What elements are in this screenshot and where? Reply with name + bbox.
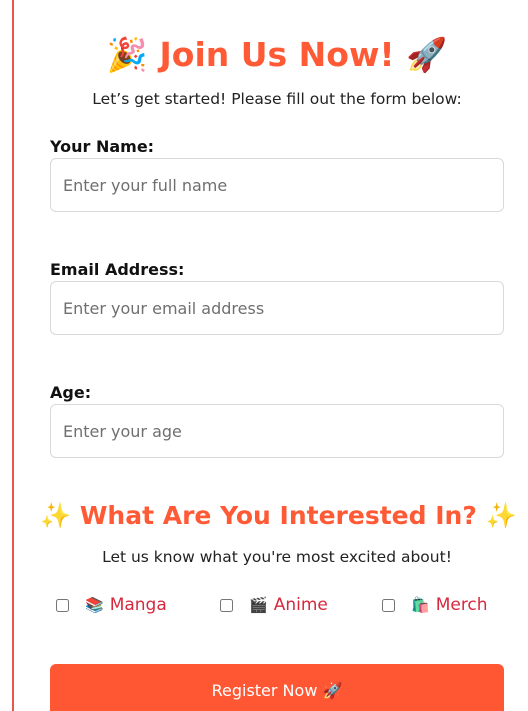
interest-option-anime[interactable]: 🎬 Anime <box>220 592 328 618</box>
email-label: Email Address: <box>50 260 185 279</box>
clapper-board-icon: 🎬 <box>249 596 268 614</box>
email-input[interactable] <box>50 281 504 335</box>
manga-checkbox[interactable] <box>56 598 69 612</box>
interest-label-merch: Merch <box>435 595 488 615</box>
name-label: Your Name: <box>50 137 155 156</box>
books-icon: 📚 <box>85 596 104 614</box>
interest-option-merch[interactable]: 🛍️ Merch <box>382 592 488 618</box>
anime-checkbox[interactable] <box>220 598 233 612</box>
age-label: Age: <box>50 383 92 402</box>
register-button[interactable]: Register Now 🚀 <box>50 664 504 711</box>
interest-label-manga: Manga <box>109 595 167 615</box>
merch-checkbox[interactable] <box>382 598 395 612</box>
age-input[interactable] <box>50 404 504 458</box>
registration-page: 🎉 Join Us Now! 🚀 Let’s get started! Plea… <box>0 0 528 711</box>
interest-label-anime: Anime <box>273 595 328 615</box>
interests-title: ✨ What Are You Interested In? ✨ <box>40 501 517 530</box>
name-input[interactable] <box>50 158 504 212</box>
page-subtitle: Let’s get started! Please fill out the f… <box>92 90 462 108</box>
left-divider <box>12 0 14 711</box>
shopping-bags-icon: 🛍️ <box>411 596 430 614</box>
interest-option-manga[interactable]: 📚 Manga <box>56 592 167 618</box>
interests-subtitle: Let us know what you're most excited abo… <box>102 548 452 566</box>
page-title: 🎉 Join Us Now! 🚀 <box>106 35 448 74</box>
